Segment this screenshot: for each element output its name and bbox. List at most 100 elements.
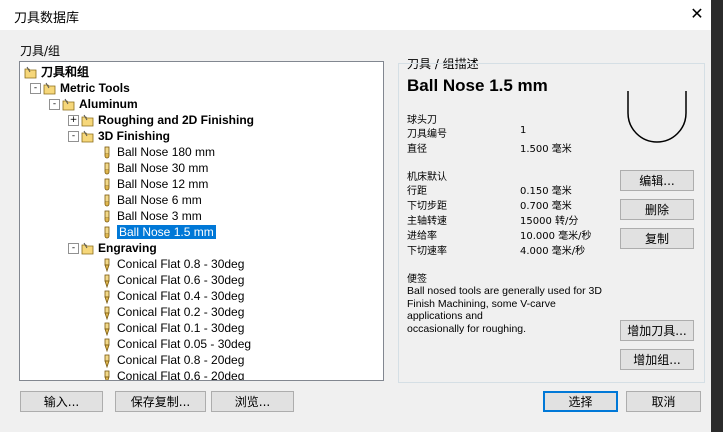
tree-item-label: Aluminum <box>79 97 138 111</box>
tool-tree[interactable]: ▲ ▼ 刀具和组Metric Tools-Aluminum-Roughing a… <box>19 61 384 381</box>
window-title: 刀具数据库 <box>14 11 80 26</box>
notes-content: Ball nosed tools are generally used for … <box>407 285 602 335</box>
tree-item[interactable]: Ball Nose 180 mm <box>100 144 215 160</box>
property-value: 1 <box>520 125 527 136</box>
tree-item-label: Conical Flat 0.8 - 20deg <box>117 353 245 367</box>
add-group-button[interactable]: 增加组... <box>620 349 694 370</box>
tree-item[interactable]: Roughing and 2D Finishing <box>81 112 254 128</box>
tree-item[interactable]: Ball Nose 30 mm <box>100 160 208 176</box>
property-key: 下切速率 <box>407 246 447 257</box>
property-key: 主轴转速 <box>407 216 447 227</box>
tool-type: 球头刀 <box>407 115 437 126</box>
property-value: 1.500 毫米 <box>520 144 572 155</box>
ballnose-tool-icon <box>104 162 110 175</box>
property-key: 下切步距 <box>407 201 447 212</box>
import-button[interactable]: 输入... <box>20 391 103 412</box>
folder-icon <box>43 82 56 95</box>
tree-item[interactable]: Conical Flat 0.8 - 30deg <box>100 256 244 272</box>
tree-item-label: Roughing and 2D Finishing <box>98 113 254 127</box>
ballnose-tool-icon <box>104 146 110 159</box>
notes-label: 便签 <box>407 274 427 285</box>
copy-button[interactable]: 复制 <box>620 228 694 249</box>
conical-tool-icon <box>104 274 110 288</box>
tree-item[interactable]: Ball Nose 12 mm <box>100 176 208 192</box>
tree-item-label: Conical Flat 0.2 - 30deg <box>117 305 245 319</box>
tree-item-label: Ball Nose 6 mm <box>117 193 202 207</box>
tree-item[interactable]: Metric Tools <box>43 80 130 96</box>
tree-item-label: Ball Nose 1.5 mm <box>117 225 216 239</box>
tree-item[interactable]: Conical Flat 0.1 - 30deg <box>100 320 244 336</box>
property-value: 0.150 毫米 <box>520 186 572 197</box>
tree-item-label: Conical Flat 0.05 - 30deg <box>117 337 252 351</box>
collapse-icon[interactable]: - <box>49 99 60 110</box>
machine-defaults-label: 机床默认 <box>407 172 447 183</box>
add-tool-button[interactable]: 增加刀具... <box>620 320 694 341</box>
collapse-icon[interactable]: - <box>30 83 41 94</box>
collapse-icon[interactable]: - <box>68 131 79 142</box>
folder-icon <box>81 114 94 127</box>
collapse-icon[interactable]: - <box>68 243 79 254</box>
tree-item[interactable]: Conical Flat 0.6 - 30deg <box>100 272 244 288</box>
tree-item-label: Ball Nose 12 mm <box>117 177 209 191</box>
select-button[interactable]: 选择 <box>543 391 618 412</box>
property-key: 刀具编号 <box>407 129 447 140</box>
tree-item-label: Conical Flat 0.8 - 30deg <box>117 257 245 271</box>
ballnose-tool-icon <box>104 178 110 191</box>
conical-tool-icon <box>104 338 110 352</box>
tool-name-title: Ball Nose 1.5 mm <box>407 76 548 95</box>
browse-button[interactable]: 浏览... <box>211 391 294 412</box>
tree-item-label: Ball Nose 30 mm <box>117 161 209 175</box>
tree-item[interactable]: 刀具和组 <box>24 64 89 80</box>
cancel-button[interactable]: 取消 <box>626 391 701 412</box>
conical-tool-icon <box>104 258 110 272</box>
tree-item[interactable]: 3D Finishing <box>81 128 170 144</box>
tree-item-label: Conical Flat 0.6 - 30deg <box>117 273 245 287</box>
tree-item[interactable]: Conical Flat 0.05 - 30deg <box>100 336 251 352</box>
tree-item-label: 3D Finishing <box>98 129 170 143</box>
property-value: 15000 转/分 <box>520 216 579 227</box>
tree-item[interactable]: Ball Nose 1.5 mm <box>100 224 216 240</box>
tree-item[interactable]: Conical Flat 0.8 - 20deg <box>100 352 244 368</box>
property-key: 行距 <box>407 186 427 197</box>
folder-icon <box>62 98 75 111</box>
conical-tool-icon <box>104 290 110 304</box>
ballnose-tool-icon <box>104 210 110 223</box>
tree-item-label: Conical Flat 0.6 - 20deg <box>117 369 245 381</box>
tree-item-label: Metric Tools <box>60 81 130 95</box>
tree-item-label: Ball Nose 180 mm <box>117 145 216 159</box>
property-value: 4.000 毫米/秒 <box>520 246 586 257</box>
background-window <box>711 0 723 432</box>
expand-icon[interactable]: + <box>68 115 79 126</box>
tree-item[interactable]: Aluminum <box>62 96 138 112</box>
tree-item-label: Conical Flat 0.4 - 30deg <box>117 289 245 303</box>
tool-database-dialog: 刀具数据库 ✕ 刀具/组 ▲ ▼ 刀具和组Metric Tools-Alumin… <box>0 0 711 432</box>
ballnose-tool-icon <box>104 194 110 207</box>
tree-item-label: 刀具和组 <box>41 65 90 79</box>
folder-icon <box>81 130 94 143</box>
tree-label: 刀具/组 <box>20 44 61 58</box>
folder-icon <box>81 242 94 255</box>
ballnose-profile-icon <box>627 91 687 143</box>
property-key: 进给率 <box>407 231 437 242</box>
conical-tool-icon <box>104 322 110 336</box>
tree-item[interactable]: Conical Flat 0.6 - 20deg <box>100 368 245 381</box>
conical-tool-icon <box>104 306 110 320</box>
close-icon[interactable]: ✕ <box>686 3 708 25</box>
tree-item-label: Engraving <box>98 241 157 255</box>
tree-item[interactable]: Conical Flat 0.2 - 30deg <box>100 304 244 320</box>
tree-item[interactable]: Engraving <box>81 240 157 256</box>
save-copy-button[interactable]: 保存复制... <box>115 391 206 412</box>
notes-text: Ball nosed tools are generally used for … <box>407 285 607 335</box>
tree-item-label: Conical Flat 0.1 - 30deg <box>117 321 245 335</box>
tree-item[interactable]: Ball Nose 3 mm <box>100 208 202 224</box>
conical-tool-icon <box>104 354 110 368</box>
folder-icon <box>24 66 37 79</box>
property-value: 0.700 毫米 <box>520 201 572 212</box>
tree-item-label: Ball Nose 3 mm <box>117 209 202 223</box>
ballnose-tool-icon <box>104 226 110 239</box>
tree-item[interactable]: Conical Flat 0.4 - 30deg <box>100 288 244 304</box>
tree-item[interactable]: Ball Nose 6 mm <box>100 192 202 208</box>
edit-button[interactable]: 编辑... <box>620 170 694 191</box>
delete-button[interactable]: 删除 <box>620 199 694 220</box>
property-value: 10.000 毫米/秒 <box>520 231 592 242</box>
